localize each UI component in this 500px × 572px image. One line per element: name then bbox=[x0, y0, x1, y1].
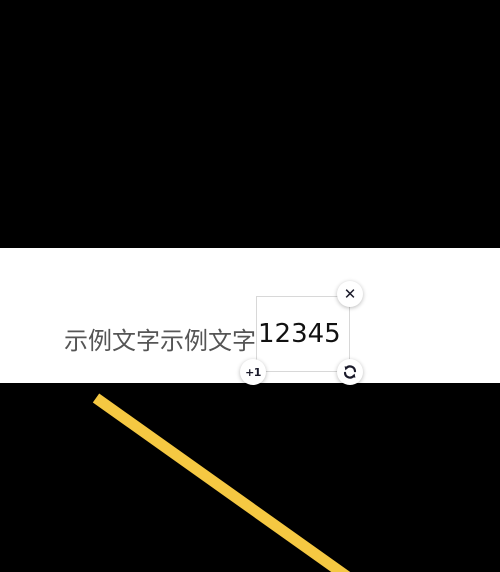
delete-sticker-button[interactable]: ✕ bbox=[337, 281, 363, 307]
duplicate-sticker-button[interactable]: +1 bbox=[240, 359, 266, 385]
duplicate-label: +1 bbox=[245, 365, 261, 379]
sticker-text[interactable]: 12345 bbox=[258, 316, 341, 352]
close-icon: ✕ bbox=[343, 284, 357, 303]
sample-text: 示例文字示例文字 bbox=[64, 327, 256, 355]
rotate-sticker-button[interactable] bbox=[337, 359, 363, 385]
editor-canvas: 示例文字示例文字 12345 ✕ +1 bbox=[0, 0, 500, 572]
rotate-icon bbox=[343, 365, 357, 379]
